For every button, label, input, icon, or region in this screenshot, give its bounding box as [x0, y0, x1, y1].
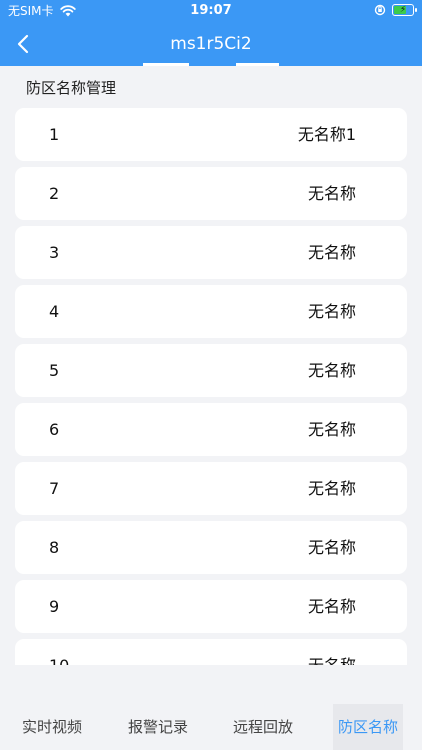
zone-name: 无名称 [308, 639, 356, 665]
battery-icon: ⚡ [392, 4, 417, 16]
page-title: ms1r5Ci2 [170, 34, 252, 54]
zone-index: 5 [49, 361, 60, 380]
title-underline [143, 63, 189, 66]
zone-index: 9 [49, 597, 60, 616]
zone-name: 无名称 [307, 243, 356, 262]
zone-row[interactable]: 4 无名称 [15, 285, 407, 338]
zone-index: 4 [49, 302, 60, 321]
tab-remote-playback[interactable]: 远程回放 [228, 704, 298, 750]
top-bar: 无SIM卡 19:07 ⚡ ms1r5Ci2 [0, 0, 422, 66]
bottom-tab-bar: 实时视频 报警记录 远程回放 防区名称 [0, 700, 422, 750]
zone-row[interactable]: 2 无名称 [15, 167, 407, 220]
zone-row[interactable]: 5 无名称 [15, 344, 407, 397]
zone-name: 无名称 [307, 302, 356, 321]
zone-row[interactable]: 9 无名称 [15, 580, 407, 633]
zone-name: 无名称 [307, 184, 356, 203]
zone-name: 无名称 [307, 597, 356, 616]
tab-zone-names[interactable]: 防区名称 [333, 704, 403, 750]
zone-row[interactable]: 1 无名称1 [15, 108, 407, 161]
title-underline [236, 63, 279, 66]
zone-index: 10 [49, 639, 69, 665]
zone-name: 无名称1 [297, 125, 356, 144]
orientation-lock-icon [374, 4, 386, 16]
zone-list[interactable]: 1 无名称1 2 无名称 3 无名称 4 无名称 5 无名称 6 无名称 7 无… [0, 108, 422, 665]
zone-index: 7 [49, 479, 60, 498]
zone-index: 6 [49, 420, 60, 439]
tab-live-video[interactable]: 实时视频 [17, 704, 87, 750]
zone-row[interactable]: 3 无名称 [15, 226, 407, 279]
zone-row[interactable]: 10 无名称 [15, 639, 407, 665]
zone-row[interactable]: 7 无名称 [15, 462, 407, 515]
navigation-bar: ms1r5Ci2 [0, 22, 422, 66]
zone-name: 无名称 [307, 479, 356, 498]
zone-name: 无名称 [307, 538, 356, 557]
zone-index: 2 [49, 184, 60, 203]
zone-index: 3 [49, 243, 60, 262]
zone-index: 1 [49, 125, 60, 144]
zone-row[interactable]: 8 无名称 [15, 521, 407, 574]
zone-name: 无名称 [307, 361, 356, 380]
status-right: ⚡ [374, 4, 417, 16]
tab-alarm-records[interactable]: 报警记录 [123, 704, 193, 750]
status-time: 19:07 [190, 3, 232, 18]
section-title: 防区名称管理 [26, 79, 117, 97]
zone-index: 8 [49, 538, 60, 557]
zone-name: 无名称 [307, 420, 356, 439]
status-bar: 无SIM卡 19:07 ⚡ [0, 0, 422, 22]
zone-row[interactable]: 6 无名称 [15, 403, 407, 456]
